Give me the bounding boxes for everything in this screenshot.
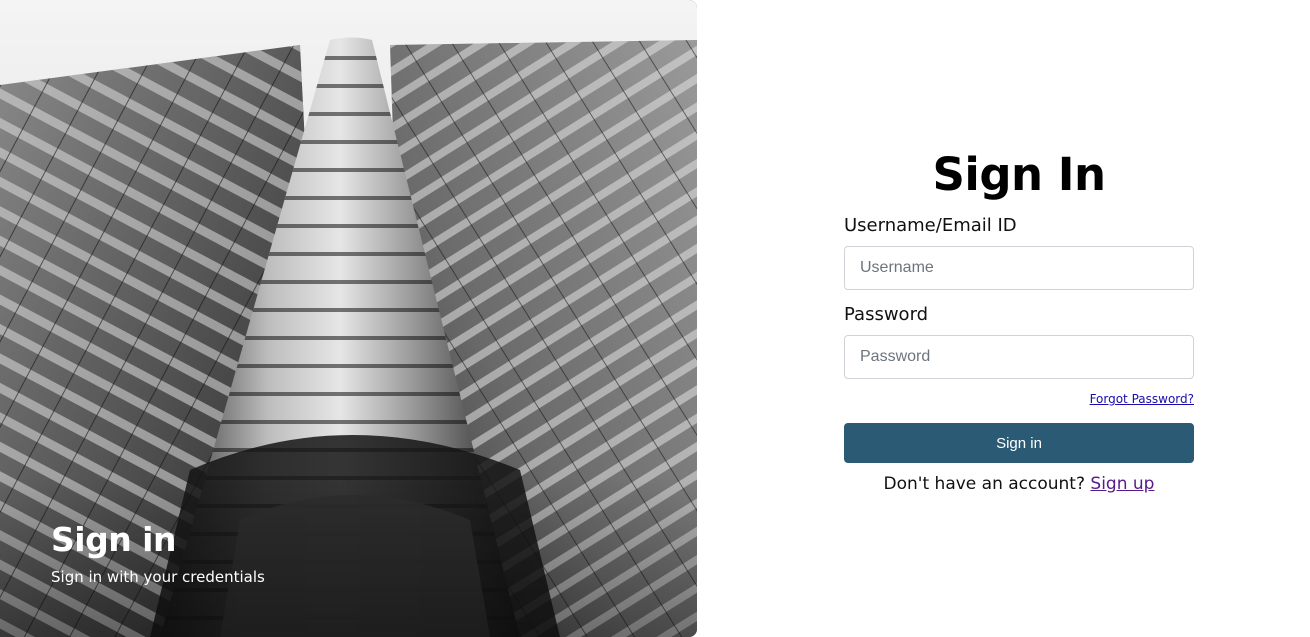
forgot-password-link[interactable]: Forgot Password? [1090, 392, 1194, 406]
signup-row: Don't have an account? Sign up [844, 474, 1194, 494]
signup-link[interactable]: Sign up [1090, 474, 1154, 494]
username-label: Username/Email ID [844, 215, 1017, 236]
hero-panel: Sign in Sign in with your credentials [0, 0, 697, 637]
signup-prompt: Don't have an account? [883, 474, 1085, 494]
password-input[interactable] [844, 335, 1194, 379]
signin-button[interactable]: Sign in [844, 423, 1194, 463]
page-title: Sign In [932, 148, 1106, 201]
password-label: Password [844, 304, 929, 325]
hero-title: Sign in [51, 520, 177, 559]
hero-subtitle: Sign in with your credentials [51, 568, 265, 586]
username-input[interactable] [844, 246, 1194, 290]
